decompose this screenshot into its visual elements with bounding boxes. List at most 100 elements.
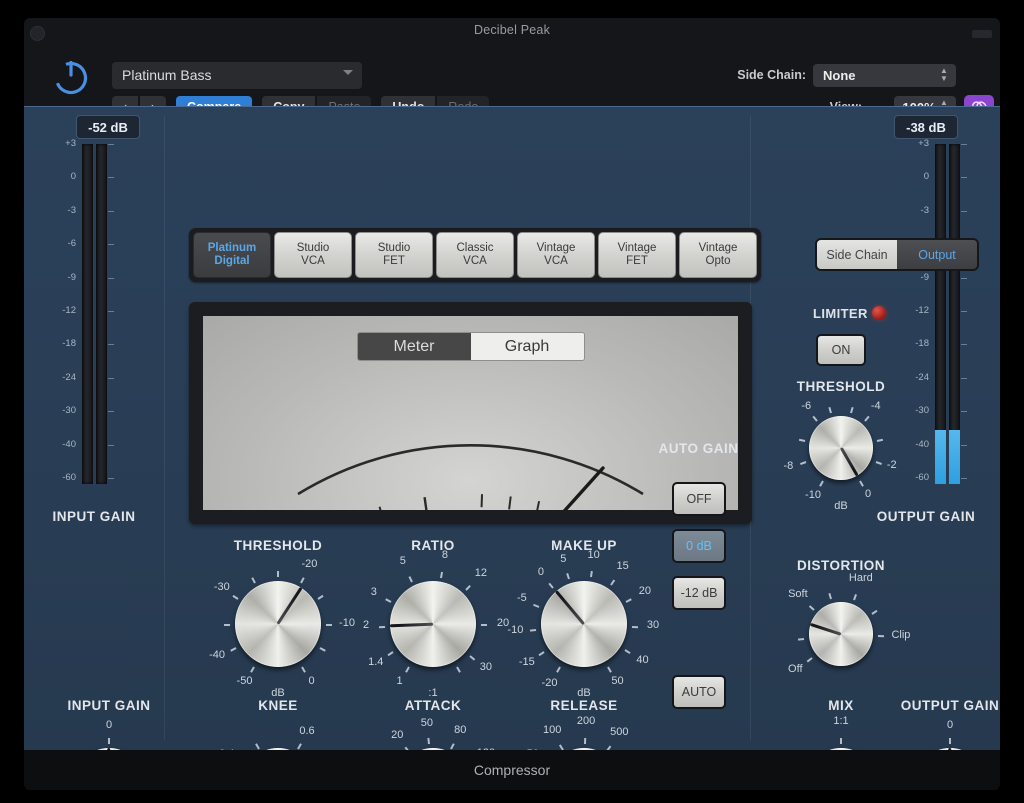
meter-tick [961, 144, 967, 145]
threshold-title: THRESHOLD [233, 538, 323, 553]
release-tick [584, 737, 587, 745]
ratio-tick [408, 576, 413, 583]
make-up-tick [609, 579, 616, 586]
output-readout: -38 dB [894, 115, 958, 139]
side-chain-select[interactable]: None ▲ ▼ [813, 64, 956, 87]
model-tab-vintage-vca[interactable]: Vintage VCA [517, 232, 595, 278]
model-tab-vintage-opto[interactable]: Vintage Opto [679, 232, 757, 278]
distortion-tick-label: Clip [891, 629, 911, 642]
meter-tick [961, 177, 967, 179]
plugin-body: Platinum Digital Studio VCA Studio FET Classic… [24, 106, 1000, 790]
model-tab-studio-vca[interactable]: Studio VCA [274, 232, 352, 278]
meter-scale-label: -60 [915, 472, 929, 483]
auto-gain-0db-button[interactable]: 0 dB [672, 529, 726, 563]
limiter-threshold-knob[interactable] [809, 416, 873, 480]
preset-selector[interactable]: Platinum Bass [112, 62, 362, 89]
threshold-pointer [276, 587, 303, 625]
make-up-tick [589, 571, 593, 578]
tab-output[interactable]: Output [897, 240, 977, 269]
tab-side-chain[interactable]: Side Chain [817, 240, 897, 269]
tab-graph[interactable]: Graph [470, 333, 584, 360]
side-chain-value: None [823, 68, 856, 83]
power-button[interactable] [50, 56, 92, 98]
make-up-tick-label: 5 [560, 553, 567, 566]
distortion-knob[interactable] [809, 602, 873, 666]
distortion-tick [806, 656, 813, 663]
make-up-tick-label: 10 [587, 548, 600, 561]
threshold-tick [299, 576, 305, 584]
make-up-tick-label: -10 [507, 624, 524, 637]
plugin-name: Compressor [473, 762, 551, 778]
make-up-tick [625, 598, 633, 604]
meter-scale-label: -40 [62, 438, 76, 450]
model-tab-line2: Opto [705, 255, 731, 267]
threshold-tick [317, 594, 324, 600]
meter-tick [108, 311, 114, 312]
meter-track [82, 144, 93, 484]
resize-handle[interactable] [972, 30, 992, 38]
threshold-tick-label: 0 [308, 675, 315, 688]
distortion-tick [828, 593, 832, 600]
meter-display-panel: -50-30-20-10-50 Meter Graph [189, 302, 752, 524]
limiter-threshold-tick-label: -4 [870, 399, 881, 412]
ratio-pointer [389, 622, 434, 627]
meter-track [96, 144, 107, 484]
ratio-knob[interactable] [389, 581, 476, 667]
meter-scale-label: -9 [920, 271, 929, 283]
attack-tick-label: 80 [454, 723, 467, 736]
model-tab-classic-vca[interactable]: Classic VCA [436, 232, 514, 278]
meter-tick [961, 311, 967, 312]
ratio-tick-label: 3 [370, 585, 377, 598]
ratio-tick-label: 2 [362, 619, 370, 632]
make-up-tick [607, 666, 612, 673]
model-tab-line1: Studio [377, 242, 411, 254]
auto-gain-minus12db-button[interactable]: -12 dB [672, 576, 726, 610]
attack-tick [427, 738, 430, 745]
make-up-tick [533, 603, 540, 608]
make-up-tick-label: 30 [646, 619, 660, 632]
meter-tick [961, 411, 967, 413]
auto-gain-off-button[interactable]: OFF [672, 482, 726, 516]
threshold-tick [250, 666, 255, 673]
output-gain-title: OUTPUT GAIN [900, 698, 1000, 713]
distortion-tick [798, 637, 805, 641]
distortion-pointer [810, 622, 842, 636]
input-gain-tick-label: 0 [105, 719, 113, 731]
model-tab-line2: FET [626, 255, 648, 267]
limiter-on-button[interactable]: ON [816, 334, 866, 366]
limiter-threshold-tick [812, 415, 818, 422]
threshold-knob[interactable] [235, 581, 321, 667]
limiter-led-icon [872, 306, 886, 320]
model-tab-studio-fet[interactable]: Studio FET [355, 232, 433, 278]
ratio-tick-label: 1 [396, 675, 403, 688]
model-tab-vintage-fet[interactable]: Vintage FET [598, 232, 676, 278]
threshold-tick [232, 594, 239, 600]
make-up-tick [556, 666, 561, 673]
ratio-tick [456, 666, 461, 673]
auto-button[interactable]: AUTO [672, 675, 726, 709]
side-chain-label: Side Chain: [737, 68, 806, 82]
meter-tick [108, 277, 114, 279]
tab-meter[interactable]: Meter [357, 333, 471, 360]
distortion-tick-label: Hard [848, 572, 873, 585]
window-title: Decibel Peak [473, 23, 551, 37]
make-up-knob[interactable] [541, 581, 627, 667]
meter-scale-label: -18 [915, 338, 929, 350]
meter-scale-label: -40 [915, 438, 929, 450]
threshold-tick-label: -50 [236, 675, 253, 688]
meter-scale-label: -30 [915, 405, 929, 417]
meter-graph-toggle: Meter Graph [356, 332, 585, 361]
model-tab-line1: Vintage [536, 242, 576, 254]
input-meter-column: -52 dB +3 0 -3 -6 -9 -12 -18 -24 -30 -40 -60 INPUT… [24, 106, 164, 750]
vu-meter[interactable]: -50-30-20-10-50 Meter Graph [203, 316, 738, 510]
limiter-threshold-unit: dB [834, 500, 848, 512]
limiter-threshold-tick-label: -2 [886, 459, 897, 472]
distortion-title: DISTORTION [796, 558, 885, 573]
release-tick-label: 100 [543, 724, 562, 737]
input-gain-tick [108, 738, 110, 744]
plugin-header: Decibel Peak Platinum Bass ‹ › Compare C… [24, 18, 1000, 120]
meter-scale-label: -6 [67, 238, 76, 250]
output-gain-tick [949, 738, 951, 744]
distortion-tick [871, 610, 878, 616]
model-tab-platinum-digital[interactable]: Platinum Digital [193, 232, 271, 278]
